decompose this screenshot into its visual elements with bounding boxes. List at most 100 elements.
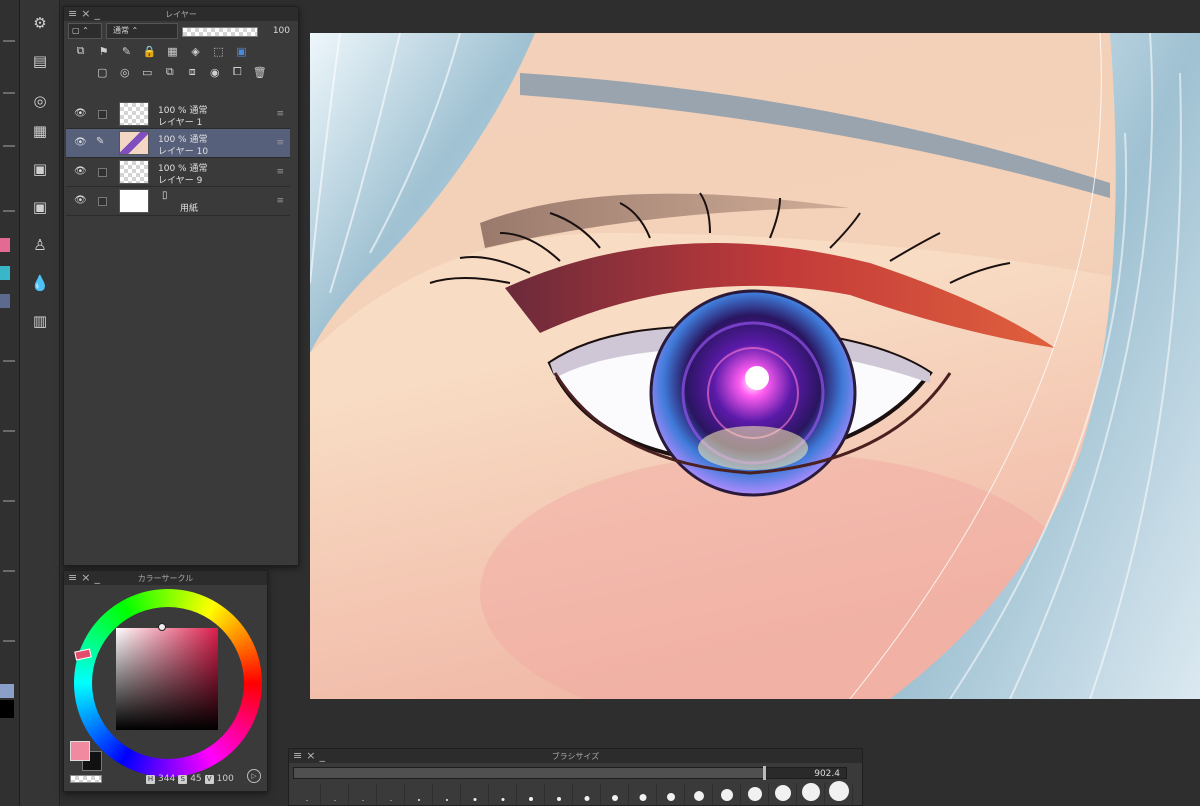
layer-color-select[interactable]: ▢ ⌃ [68, 23, 102, 39]
layer-checkbox[interactable] [98, 197, 107, 206]
apply-mask-icon[interactable]: ⧠ [229, 65, 246, 80]
brush-size-preset[interactable] [657, 783, 685, 805]
brush-size-preset[interactable] [629, 783, 657, 805]
brush-size-preset[interactable] [573, 783, 601, 805]
brush-size-preset[interactable] [461, 783, 489, 805]
brush-size-preset[interactable] [713, 783, 741, 805]
v-label: V [204, 774, 214, 784]
menu-icon[interactable]: ≡ [276, 167, 284, 177]
layer-row-selected[interactable]: 👁 ✎ 100 % 通常 レイヤー 10 ≡ [66, 129, 290, 158]
saturation-value-square[interactable] [116, 628, 218, 730]
edit-mask-icon[interactable]: ⬚ [210, 44, 227, 59]
new-raster-layer-icon[interactable]: ▢ [94, 65, 111, 80]
grid-icon[interactable]: ▦ [29, 120, 51, 142]
add-mask-icon[interactable]: ◉ [207, 65, 224, 80]
layer-name: レイヤー 1 [158, 118, 203, 128]
transparent-color-chip[interactable] [70, 775, 102, 783]
minimize-icon[interactable]: _ [94, 7, 100, 21]
layer-stack-icon[interactable]: ▤ [29, 50, 51, 72]
layer-thumbnail [119, 131, 149, 155]
layer-property-bar: ▢ ⌃ 通常 ⌃ 100 [64, 21, 298, 41]
tool-separator [3, 430, 15, 432]
transfer-down-icon[interactable]: ⧉ [162, 65, 179, 80]
brush-size-preset[interactable] [797, 783, 825, 805]
brush-size-preset[interactable] [349, 783, 377, 805]
brush-size-preset[interactable] [517, 783, 545, 805]
layer-checkbox[interactable] [98, 168, 107, 177]
brush-size-slider[interactable]: 902.4 [293, 766, 847, 780]
brush-size-preset[interactable] [685, 783, 713, 805]
color-swatch-cyan[interactable] [0, 266, 10, 280]
color-swatch-blue[interactable] [0, 294, 10, 308]
artwork [310, 33, 1200, 699]
tool-separator [3, 40, 15, 42]
eye-icon[interactable]: 👁 [74, 167, 87, 177]
navigator-icon[interactable]: ◎ [29, 90, 51, 112]
layer-row-paper[interactable]: 👁 ▯ 用紙 ≡ [66, 187, 290, 216]
new-folder-icon[interactable]: ▭ [139, 65, 156, 80]
merge-down-icon[interactable]: ⧈ [184, 65, 201, 80]
menu-icon[interactable]: ≡ [68, 7, 77, 21]
brush-size-preset[interactable] [489, 783, 517, 805]
clip-icon[interactable]: ⧉ [72, 44, 89, 59]
minimize-icon[interactable]: _ [319, 749, 325, 763]
menu-icon[interactable]: ≡ [276, 196, 284, 206]
brush-size-preset[interactable] [293, 783, 321, 805]
brush-size-preset-dot [747, 787, 762, 801]
main-color-swatch[interactable] [70, 741, 90, 761]
lock-icon[interactable]: 🔒 [141, 44, 158, 59]
drawing-canvas[interactable] [310, 33, 1200, 699]
sub-color-chip[interactable] [0, 700, 14, 718]
close-icon[interactable]: × [81, 7, 90, 21]
brush-size-preset[interactable] [433, 783, 461, 805]
brush-size-preset[interactable] [321, 783, 349, 805]
trash-icon[interactable]: 🗑 [252, 65, 269, 80]
close-icon[interactable]: × [306, 749, 315, 763]
minimize-icon[interactable]: _ [94, 571, 100, 585]
brush-size-preset-dot [362, 800, 363, 801]
h-value: 344 [158, 774, 176, 784]
color-mode-toggle-icon[interactable]: ▷ [247, 769, 261, 783]
mask-icon[interactable]: ◈ [187, 44, 204, 59]
brush-size-preset[interactable] [545, 783, 573, 805]
brush-size-handle[interactable] [763, 766, 767, 780]
layer-color-icon[interactable]: ▣ [233, 44, 250, 59]
layer-checkbox[interactable] [98, 110, 107, 119]
draft-icon[interactable]: ✎ [118, 44, 135, 59]
s-value: 45 [190, 774, 202, 784]
settings-icon[interactable]: ⚙ [29, 12, 51, 34]
brush-size-preset[interactable] [601, 783, 629, 805]
film-icon[interactable]: ▥ [29, 310, 51, 332]
brush-size-preset-dot [473, 798, 476, 801]
close-icon[interactable]: × [81, 571, 90, 585]
lock-transparent-icon[interactable]: ▦ [164, 44, 181, 59]
reference-icon[interactable]: ⚑ [95, 44, 112, 59]
main-color-chip[interactable] [0, 684, 14, 698]
brush-size-preset[interactable] [741, 783, 769, 805]
menu-icon[interactable]: ≡ [276, 138, 284, 148]
blend-mode-select[interactable]: 通常 ⌃ [106, 23, 178, 39]
drops-icon[interactable]: 💧 [29, 272, 51, 294]
opacity-slider[interactable] [182, 27, 258, 37]
brush-size-preset[interactable] [377, 783, 405, 805]
new-vector-layer-icon[interactable]: ◎ [117, 65, 134, 80]
sv-picker-handle[interactable] [158, 623, 166, 631]
layer-row[interactable]: 👁 100 % 通常 レイヤー 9 ≡ [66, 158, 290, 187]
brush-size-value[interactable]: 902.4 [814, 768, 840, 780]
brush-size-preset[interactable] [825, 781, 853, 805]
menu-icon[interactable]: ≡ [293, 749, 302, 763]
eye-icon[interactable]: 👁 [74, 109, 87, 119]
layer-row[interactable]: 👁 100 % 通常 レイヤー 1 ≡ [66, 100, 290, 129]
color-swatch-pink[interactable] [0, 238, 10, 252]
menu-icon[interactable]: ≡ [68, 571, 77, 585]
brush-size-preset[interactable] [769, 783, 797, 805]
material-icon[interactable]: ▣ [29, 158, 51, 180]
opacity-value[interactable]: 100 [262, 23, 290, 39]
eye-icon[interactable]: 👁 [74, 196, 87, 206]
menu-icon[interactable]: ≡ [276, 109, 284, 119]
eye-icon[interactable]: 👁 [74, 138, 87, 148]
figure-icon[interactable]: ♙ [29, 234, 51, 256]
material-icon-2[interactable]: ▣ [29, 196, 51, 218]
brush-size-preset[interactable] [405, 783, 433, 805]
tool-separator [3, 500, 15, 502]
